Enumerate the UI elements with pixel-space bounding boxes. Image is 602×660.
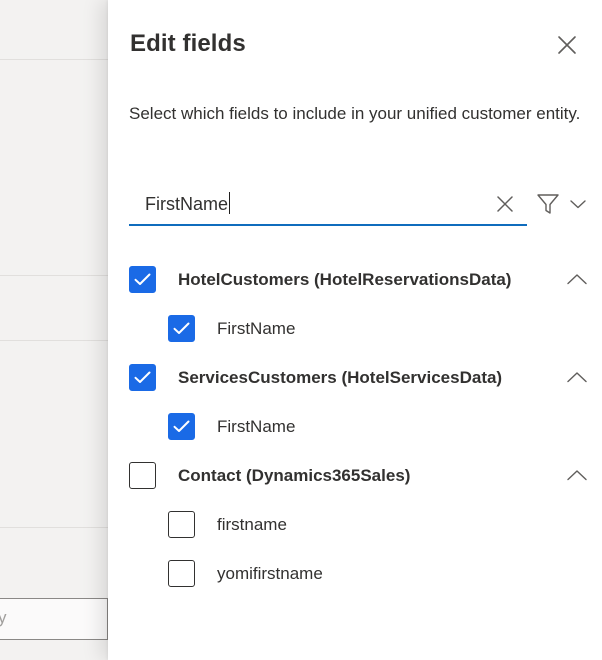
background-input <box>0 598 108 640</box>
field-row: firstname <box>108 507 602 539</box>
group-checkbox[interactable] <box>129 266 156 293</box>
background-divider <box>0 527 108 528</box>
group-checkbox[interactable] <box>129 462 156 489</box>
checkmark-icon <box>173 322 190 334</box>
search-box <box>129 184 527 226</box>
background-divider <box>0 275 108 276</box>
group-row: ServicesCustomers (HotelServicesData) <box>108 360 602 392</box>
group-row: Contact (Dynamics365Sales) <box>108 458 602 490</box>
checkmark-icon <box>134 371 151 383</box>
collapse-group-button[interactable] <box>565 269 589 289</box>
field-row: yomifirstname <box>108 556 602 588</box>
field-row: FirstName <box>108 311 602 343</box>
group-label: HotelCustomers (HotelReservationsData) <box>178 270 512 289</box>
close-icon <box>497 196 513 212</box>
checkmark-icon <box>134 273 151 285</box>
search-input[interactable] <box>145 192 485 216</box>
close-panel-button[interactable] <box>554 32 580 58</box>
chevron-down-icon <box>570 200 586 209</box>
field-row: FirstName <box>108 409 602 441</box>
field-label: FirstName <box>217 319 296 338</box>
panel-title: Edit fields <box>130 30 246 57</box>
background-page: y <box>0 0 108 660</box>
chevron-up-icon <box>567 470 587 481</box>
filter-button[interactable] <box>536 191 592 217</box>
field-label: firstname <box>217 515 287 534</box>
background-input-text: y <box>0 608 7 627</box>
edit-fields-panel: Edit fields Select which fields to inclu… <box>108 0 602 660</box>
group-row: HotelCustomers (HotelReservationsData) <box>108 262 602 294</box>
field-label: FirstName <box>217 417 296 436</box>
clear-search-button[interactable] <box>494 193 516 215</box>
panel-description: Select which fields to include in your u… <box>129 104 581 123</box>
chevron-up-icon <box>567 274 587 285</box>
field-label: yomifirstname <box>217 564 323 583</box>
filter-icon <box>537 194 559 214</box>
field-checkbox[interactable] <box>168 413 195 440</box>
text-caret <box>229 192 230 214</box>
field-checkbox[interactable] <box>168 511 195 538</box>
group-label: ServicesCustomers (HotelServicesData) <box>178 368 503 387</box>
stage: y Edit fields Select which fields to inc… <box>0 0 602 660</box>
chevron-up-icon <box>567 372 587 383</box>
checkmark-icon <box>173 420 190 432</box>
collapse-group-button[interactable] <box>565 465 589 485</box>
group-checkbox[interactable] <box>129 364 156 391</box>
background-divider <box>0 59 108 60</box>
collapse-group-button[interactable] <box>565 367 589 387</box>
close-icon <box>558 36 576 54</box>
group-label: Contact (Dynamics365Sales) <box>178 466 411 485</box>
field-checkbox[interactable] <box>168 560 195 587</box>
field-checkbox[interactable] <box>168 315 195 342</box>
background-divider <box>0 340 108 341</box>
